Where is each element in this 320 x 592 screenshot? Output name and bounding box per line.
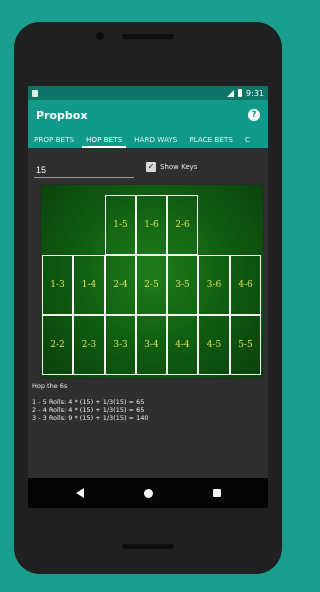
status-time: 9:31 (246, 88, 264, 98)
status-right: 9:31 (227, 89, 264, 98)
hop-line: 3 - 3 Rolls: 9 * (15) + 1/3(15) = 140 (32, 414, 149, 422)
hop-bets-board: 1-5 1-6 2-6 1-3 1-4 2-4 2-5 3-5 3-6 4-6 … (40, 184, 264, 379)
cell-label: 2-3 (81, 340, 97, 350)
board-cell-2-4[interactable]: 2-4 (105, 255, 136, 315)
controls-row: ✓ Show Keys (34, 158, 264, 180)
tab-bar: PROP BETS HOP BETS HARD WAYS PLACE BETS … (28, 130, 268, 148)
tab-hard-ways[interactable]: HARD WAYS (128, 130, 183, 148)
cell-label: 5-5 (238, 340, 253, 350)
cell-label: 1-4 (81, 280, 97, 290)
board-cell-2-2[interactable]: 2-2 (42, 315, 73, 375)
board-cell-1-3[interactable]: 1-3 (42, 255, 73, 315)
tab-prop-bets[interactable]: PROP BETS (28, 130, 80, 148)
cell-label: 3-3 (113, 340, 128, 350)
hop-line: 2 - 4 Rolls: 4 * (15) + 1/3(15) = 65 (32, 406, 145, 414)
board-cell-2-3[interactable]: 2-3 (73, 315, 105, 375)
board-cell-4-6[interactable]: 4-6 (230, 255, 261, 315)
cell-label: 4-6 (238, 280, 253, 290)
board-cell-4-4[interactable]: 4-4 (167, 315, 198, 375)
front-camera (96, 32, 104, 40)
cell-label: 3-4 (144, 340, 159, 350)
cell-label: 2-2 (50, 340, 65, 350)
hop-line: 1 - 5 Rolls: 4 * (15) + 1/3(15) = 65 (32, 398, 145, 406)
home-icon[interactable] (143, 488, 153, 498)
signal-icon (227, 89, 235, 97)
hop-title: Hop the 6s (32, 382, 68, 390)
show-keys-toggle[interactable]: ✓ Show Keys (146, 162, 197, 172)
amount-field-wrap (34, 158, 134, 180)
cell-label: 1-3 (50, 280, 65, 290)
status-bar: 9:31 (28, 86, 268, 100)
board-cell-2-6[interactable]: 2-6 (167, 195, 198, 255)
amount-input[interactable] (34, 160, 134, 180)
cell-label: 2-6 (175, 220, 190, 230)
app-bar: Propbox ? (28, 100, 268, 130)
navigation-bar (28, 478, 268, 508)
cell-label: 4-5 (206, 340, 222, 350)
recents-icon[interactable] (212, 489, 221, 497)
back-icon[interactable] (75, 488, 84, 498)
cell-label: 3-5 (175, 280, 190, 290)
cell-label: 2-4 (113, 280, 128, 290)
board-cell-1-5[interactable]: 1-5 (105, 195, 136, 255)
app-title: Propbox (36, 108, 88, 122)
board-cell-4-5[interactable]: 4-5 (198, 315, 230, 375)
board-cell-5-5[interactable]: 5-5 (230, 315, 261, 375)
board-cell-3-4[interactable]: 3-4 (136, 315, 167, 375)
app-screen: 9:31 Propbox ? PROP BETS HOP BETS HARD W… (28, 86, 268, 508)
top-speaker (122, 34, 174, 39)
board-cell-3-5[interactable]: 3-5 (167, 255, 198, 315)
cell-label: 2-5 (144, 280, 159, 290)
board-cell-1-4[interactable]: 1-4 (73, 255, 105, 315)
cell-label: 4-4 (175, 340, 190, 350)
hop-description: Hop the 6s 1 - 5 Rolls: 4 * (15) + 1/3(1… (32, 382, 264, 422)
board-cell-2-5[interactable]: 2-5 (136, 255, 167, 315)
show-keys-label: Show Keys (160, 163, 198, 171)
board-cell-3-6[interactable]: 3-6 (198, 255, 230, 315)
show-keys-checkbox[interactable]: ✓ (146, 162, 156, 172)
tab-overflow[interactable]: C (239, 130, 256, 148)
battery-icon (238, 89, 243, 97)
tab-hop-bets[interactable]: HOP BETS (80, 130, 128, 148)
cell-label: 1-5 (113, 220, 128, 230)
cell-label: 3-6 (206, 280, 222, 290)
bottom-speaker (122, 544, 174, 549)
board-cell-3-3[interactable]: 3-3 (105, 315, 136, 375)
cell-label: 1-6 (144, 220, 159, 230)
tab-place-bets[interactable]: PLACE BETS (183, 130, 239, 148)
help-icon[interactable]: ? (248, 109, 260, 121)
sim-icon (32, 89, 38, 97)
board-cell-1-6[interactable]: 1-6 (136, 195, 167, 255)
